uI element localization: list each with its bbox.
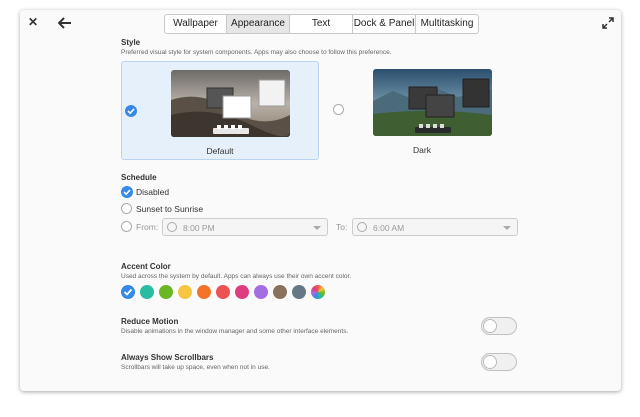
style-description: Preferred visual style for system compon…: [121, 49, 392, 56]
style-dark-label: Dark: [413, 145, 431, 155]
accent-swatch-auto[interactable]: [311, 285, 325, 299]
tab-dock-panel[interactable]: Dock & Panel: [353, 15, 416, 33]
accent-swatch-pink[interactable]: [235, 285, 249, 299]
style-option-default[interactable]: Default: [121, 61, 319, 160]
tab-wallpaper[interactable]: Wallpaper: [165, 15, 227, 33]
to-time-value: 6:00 AM: [373, 223, 405, 233]
schedule-disabled-label: Disabled: [136, 187, 170, 197]
accent-description: Used across the system by default. Apps …: [121, 273, 352, 280]
to-time-select[interactable]: 6:00 AM: [352, 218, 518, 236]
settings-window: ✕ Wallpaper Appearance Text Dock & Panel…: [20, 10, 621, 391]
radio-from[interactable]: [121, 221, 132, 232]
accent-swatch-mint[interactable]: [140, 285, 154, 299]
clock-icon: [167, 222, 177, 232]
default-style-preview: [171, 70, 290, 137]
schedule-sunset-label: Sunset to Sunrise: [136, 204, 204, 214]
scrollbars-description: Scrollbars will take up space, even when…: [121, 364, 270, 371]
radio-disabled[interactable]: [121, 186, 133, 198]
check-icon: [125, 105, 137, 117]
schedule-to-label: To:: [336, 222, 348, 232]
accent-swatch-purple[interactable]: [254, 285, 268, 299]
style-title: Style: [121, 38, 141, 47]
tab-bar: Wallpaper Appearance Text Dock & Panel M…: [164, 14, 479, 34]
radio-dark: [333, 104, 344, 115]
clock-icon: [357, 222, 367, 232]
titlebar: ✕ Wallpaper Appearance Text Dock & Panel…: [20, 10, 621, 38]
tab-multitasking[interactable]: Multitasking: [416, 15, 478, 33]
close-icon[interactable]: ✕: [27, 16, 39, 28]
reduce-motion-toggle[interactable]: [481, 317, 517, 335]
chevron-down-icon: [313, 226, 321, 230]
reduce-motion-description: Disable animations in the window manager…: [121, 328, 349, 335]
back-arrow-icon[interactable]: [57, 16, 72, 29]
tab-appearance[interactable]: Appearance: [227, 15, 290, 33]
toggle-knob: [483, 355, 497, 369]
accent-swatch-yellow[interactable]: [178, 285, 192, 299]
scrollbars-title: Always Show Scrollbars: [121, 353, 214, 362]
accent-swatch-gray[interactable]: [292, 285, 306, 299]
toggle-knob: [483, 319, 497, 333]
accent-swatch-brown[interactable]: [273, 285, 287, 299]
style-default-label: Default: [206, 146, 234, 156]
schedule-from-label: From:: [136, 222, 159, 232]
schedule-title: Schedule: [121, 173, 157, 182]
chevron-down-icon: [503, 226, 511, 230]
accent-swatch-red[interactable]: [216, 285, 230, 299]
dark-style-preview: [373, 69, 492, 136]
scrollbars-toggle[interactable]: [481, 353, 517, 371]
radio-sunset-to-sunrise[interactable]: [121, 203, 132, 214]
check-icon: [123, 288, 133, 296]
from-time-value: 8:00 PM: [183, 223, 215, 233]
accent-swatch-green[interactable]: [159, 285, 173, 299]
style-option-dark[interactable]: Dark: [323, 61, 521, 160]
accent-title: Accent Color: [121, 262, 171, 271]
tab-text[interactable]: Text: [290, 15, 353, 33]
accent-swatch-blue[interactable]: [121, 285, 135, 299]
from-time-select[interactable]: 8:00 PM: [162, 218, 328, 236]
reduce-motion-title: Reduce Motion: [121, 317, 179, 326]
accent-swatch-orange[interactable]: [197, 285, 211, 299]
maximize-icon[interactable]: [602, 16, 614, 29]
